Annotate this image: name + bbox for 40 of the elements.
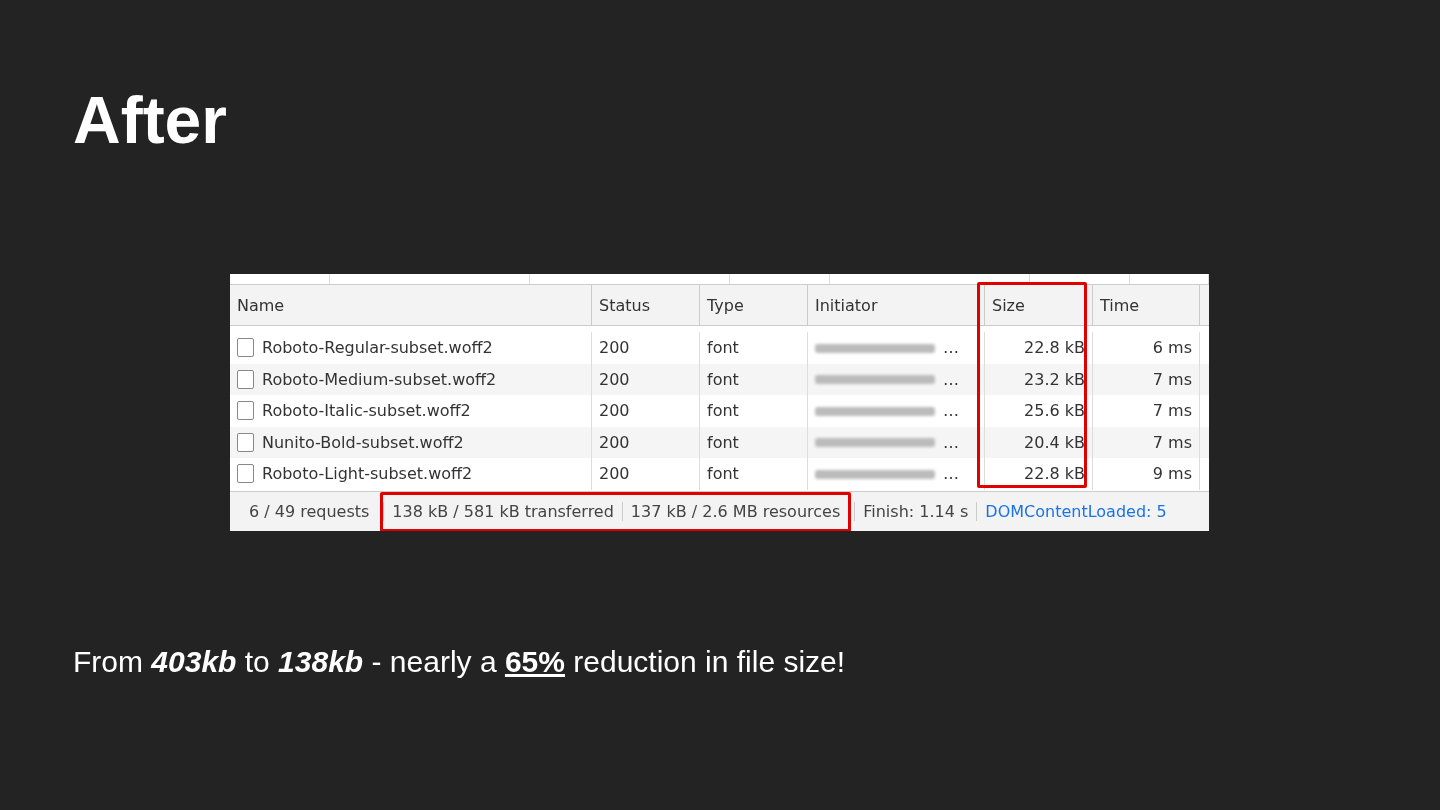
- status-text: Finish: 1.14 s: [854, 502, 977, 521]
- file-name: Roboto-Italic-subset.woff2: [262, 401, 471, 421]
- checkbox[interactable]: [237, 464, 254, 484]
- table-cell: 25.6 kB: [985, 395, 1093, 427]
- status-text: 6 / 49 requests: [248, 502, 371, 521]
- column-header[interactable]: Initiator: [808, 285, 985, 325]
- ellipsis: …: [943, 464, 959, 484]
- checkbox[interactable]: [237, 338, 254, 358]
- table-cell: font: [700, 395, 808, 427]
- ellipsis: …: [943, 401, 959, 421]
- table-cell: 9 ms: [1093, 458, 1200, 490]
- table-cell: 6 ms: [1093, 332, 1200, 364]
- table-cell: 200: [592, 458, 700, 490]
- table-cell: font: [700, 458, 808, 490]
- ellipsis: …: [943, 432, 959, 452]
- table-cell: 200: [592, 395, 700, 427]
- file-name: Roboto-Light-subset.woff2: [262, 464, 473, 484]
- status-text: 138 kB / 581 kB transferred: [383, 502, 622, 521]
- column-header[interactable]: Size: [985, 285, 1093, 325]
- file-name: Roboto-Regular-subset.woff2: [262, 338, 493, 358]
- status-text: 137 kB / 2.6 MB resources: [621, 502, 849, 521]
- file-name: Roboto-Medium-subset.woff2: [262, 369, 497, 389]
- table-cell: font: [700, 332, 808, 364]
- checkbox[interactable]: [237, 401, 254, 421]
- ellipsis: …: [943, 338, 959, 358]
- file-name: Nunito-Bold-subset.woff2: [262, 432, 464, 452]
- column-header[interactable]: Time: [1093, 285, 1200, 325]
- table-cell: 7 ms: [1093, 395, 1200, 427]
- column-header[interactable]: Name: [230, 285, 592, 325]
- checkbox[interactable]: [237, 369, 254, 389]
- column-header[interactable]: Type: [700, 285, 808, 325]
- checkbox[interactable]: [237, 432, 254, 452]
- slide-title: After: [73, 82, 228, 159]
- table-cell: 22.8 kB: [985, 332, 1093, 364]
- ellipsis: …: [943, 369, 959, 389]
- column-header[interactable]: Status: [592, 285, 700, 325]
- table-cell: 22.8 kB: [985, 458, 1093, 490]
- status-link[interactable]: DOMContentLoaded: 5: [976, 502, 1175, 521]
- table-cell: 200: [592, 332, 700, 364]
- caption: From 403kb to 138kb - nearly a 65% reduction in file size!: [73, 644, 847, 680]
